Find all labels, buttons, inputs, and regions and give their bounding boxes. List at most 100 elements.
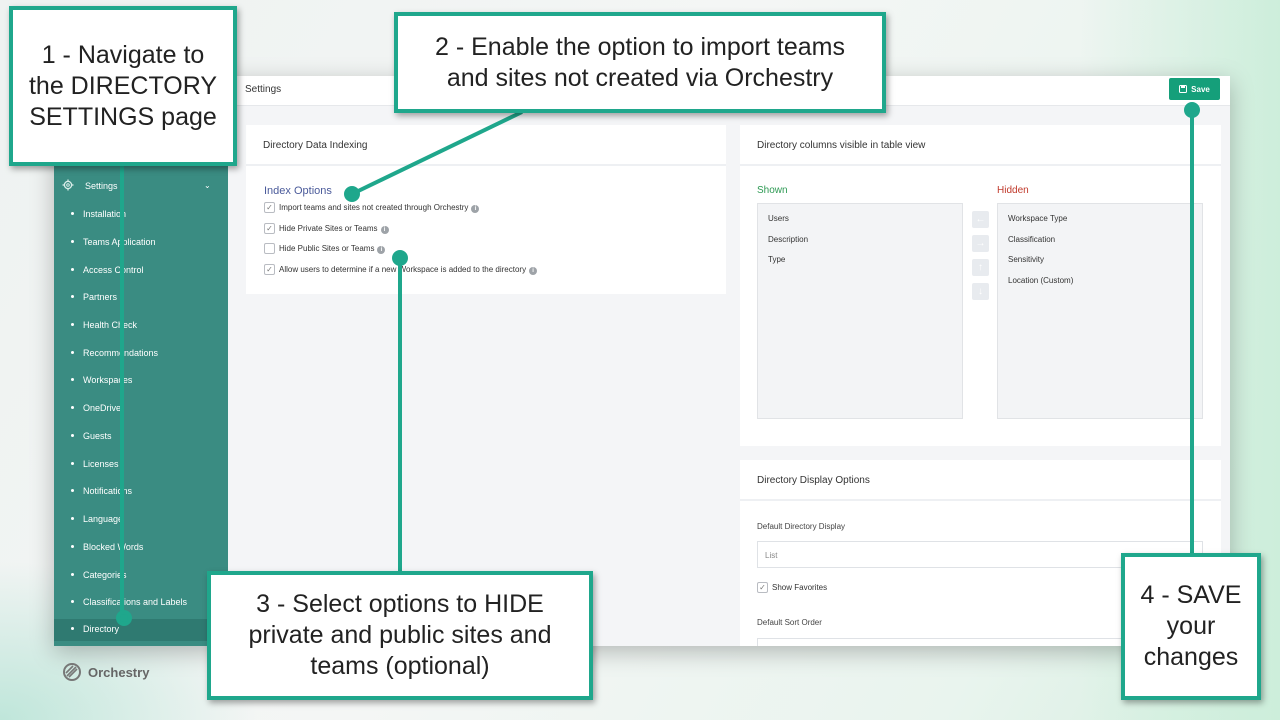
orchestry-logo-icon xyxy=(63,663,81,681)
sidebar-item-label: Notifications xyxy=(83,486,133,496)
option-label-wrap: Import teams and sites not created throu… xyxy=(279,203,480,213)
option-label-wrap: Hide Private Sites or Teams i xyxy=(279,224,389,234)
list-item[interactable]: Location (Custom) xyxy=(1008,276,1073,285)
shown-label: Shown xyxy=(757,185,788,196)
sidebar-item-label: Health Check xyxy=(83,320,138,330)
option-label-wrap: Hide Public Sites or Teams i xyxy=(279,244,386,254)
sidebar-item-onedrive[interactable]: OneDrive xyxy=(54,398,228,420)
checkbox-hide-private[interactable]: ✓ xyxy=(264,223,275,234)
index-options-title: Index Options xyxy=(264,185,332,197)
indexing-panel: Directory Data Indexing Index Options ✓ … xyxy=(246,125,726,294)
sidebar-item-recommendations[interactable]: Recommendations xyxy=(54,343,228,365)
sidebar-item-label: Partners xyxy=(83,292,118,302)
columns-panel: Directory columns visible in table view … xyxy=(740,125,1221,446)
option-show-favorites[interactable]: ✓ Show Favorites xyxy=(757,582,957,596)
move-left-button[interactable]: ← xyxy=(972,211,989,228)
info-icon[interactable]: i xyxy=(380,226,389,234)
sidebar-item-language[interactable]: Language xyxy=(54,509,228,531)
floppy-disk-icon xyxy=(1179,85,1188,93)
option-label: Allow users to determine if a new Worksp… xyxy=(279,265,527,274)
bullet-icon xyxy=(71,212,74,215)
shown-columns-list[interactable]: Users Description Type xyxy=(757,203,963,419)
bullet-icon xyxy=(71,240,74,243)
sidebar-item-workspaces[interactable]: Workspaces xyxy=(54,370,228,392)
display-panel-header: Directory Display Options xyxy=(740,460,1221,501)
sidebar-item-installation[interactable]: Installation xyxy=(54,204,228,226)
bullet-icon xyxy=(71,545,74,548)
default-display-value: List xyxy=(765,551,778,560)
display-panel-title: Directory Display Options xyxy=(757,475,870,486)
move-up-button[interactable]: ↑ xyxy=(972,259,989,276)
default-display-label: Default Directory Display xyxy=(757,522,846,531)
bullet-icon xyxy=(71,627,74,630)
sidebar-item-label: Classifications and Labels xyxy=(83,597,188,607)
sidebar-item-blocked-words[interactable]: Blocked Words xyxy=(54,537,228,559)
bullet-icon xyxy=(71,268,74,271)
logo-text: Orchestry xyxy=(88,664,150,680)
sidebar-item-label: Installation xyxy=(83,209,127,219)
checkbox-allow-users[interactable]: ✓ xyxy=(264,264,275,275)
sidebar-item-guests[interactable]: Guests xyxy=(54,426,228,448)
list-item[interactable]: Classification xyxy=(1008,235,1055,244)
list-item[interactable]: Users xyxy=(768,214,789,223)
callout-step2-text: 2 - Enable the option to import teams an… xyxy=(435,32,845,92)
option-allow-users[interactable]: ✓ Allow users to determine if a new Work… xyxy=(264,264,624,278)
sidebar-item-licenses[interactable]: Licenses xyxy=(54,454,228,476)
bullet-icon xyxy=(71,295,74,298)
bullet-icon xyxy=(71,351,74,354)
bullet-icon xyxy=(71,573,74,576)
bullet-icon xyxy=(71,434,74,437)
option-label: Show Favorites xyxy=(772,583,828,592)
bullet-icon xyxy=(71,517,74,520)
bullet-icon xyxy=(71,600,74,603)
move-down-button[interactable]: ↓ xyxy=(972,283,989,300)
sidebar-item-notifications[interactable]: Notifications xyxy=(54,481,228,503)
sort-order-label: Default Sort Order xyxy=(757,618,822,627)
sidebar-item-teams-application[interactable]: Teams Application xyxy=(54,232,228,254)
sidebar-item-label: Access Control xyxy=(83,265,144,275)
sidebar-item-classifications[interactable]: Classifications and Labels xyxy=(54,592,228,614)
indexing-panel-title: Directory Data Indexing xyxy=(263,140,368,151)
list-item[interactable]: Description xyxy=(768,235,808,244)
info-icon[interactable]: i xyxy=(529,267,538,275)
list-item[interactable]: Type xyxy=(768,255,785,264)
option-label: Import teams and sites not created throu… xyxy=(279,203,469,212)
checkbox-show-favorites[interactable]: ✓ xyxy=(757,582,768,593)
option-hide-private[interactable]: ✓ Hide Private Sites or Teams i xyxy=(264,223,464,237)
info-icon[interactable]: i xyxy=(471,205,480,213)
checkbox-hide-public[interactable] xyxy=(264,243,275,254)
sidebar-item-directory[interactable]: Directory xyxy=(54,619,228,641)
list-item[interactable]: Workspace Type xyxy=(1008,214,1067,223)
hidden-columns-list[interactable]: Workspace Type Classification Sensitivit… xyxy=(997,203,1203,419)
option-import-teams[interactable]: ✓ Import teams and sites not created thr… xyxy=(264,202,564,216)
sidebar-settings-group[interactable]: Settings ⌄ xyxy=(54,176,228,196)
hidden-label: Hidden xyxy=(997,185,1029,196)
sidebar-item-access-control[interactable]: Access Control xyxy=(54,260,228,282)
option-hide-public[interactable]: Hide Public Sites or Teams i xyxy=(264,243,464,257)
callout-step4-text: 4 - SAVE your changes xyxy=(1140,581,1242,671)
sidebar-item-label: Guests xyxy=(83,431,112,441)
option-label: Hide Private Sites or Teams xyxy=(279,224,378,233)
checkbox-import-teams[interactable]: ✓ xyxy=(264,202,275,213)
move-right-button[interactable]: → xyxy=(972,235,989,252)
sidebar-item-label: Directory xyxy=(83,624,120,634)
sidebar-item-label: Blocked Words xyxy=(83,542,144,552)
list-item[interactable]: Sensitivity xyxy=(1008,255,1044,264)
callout-step3: 3 - Select options to HIDE private and p… xyxy=(207,571,593,700)
columns-panel-title: Directory columns visible in table view xyxy=(757,140,926,151)
chevron-down-icon: ⌄ xyxy=(204,181,211,190)
info-icon[interactable]: i xyxy=(377,246,386,254)
sidebar-settings-label: Settings xyxy=(85,181,118,191)
save-button[interactable]: Save xyxy=(1169,78,1220,100)
columns-panel-header: Directory columns visible in table view xyxy=(740,125,1221,166)
sidebar-item-label: Workspaces xyxy=(83,375,133,385)
gear-icon xyxy=(62,179,74,191)
callout-step1-text: 1 - Navigate to the DIRECTORY SETTINGS p… xyxy=(28,40,218,131)
sidebar-item-partners[interactable]: Partners xyxy=(54,287,228,309)
indexing-panel-header: Directory Data Indexing xyxy=(246,125,726,166)
bullet-icon xyxy=(71,378,74,381)
option-label: Hide Public Sites or Teams xyxy=(279,244,375,253)
sidebar-item-categories[interactable]: Categories xyxy=(54,565,228,587)
sidebar-item-health-check[interactable]: Health Check xyxy=(54,315,228,337)
option-label-wrap: Allow users to determine if a new Worksp… xyxy=(279,265,538,275)
